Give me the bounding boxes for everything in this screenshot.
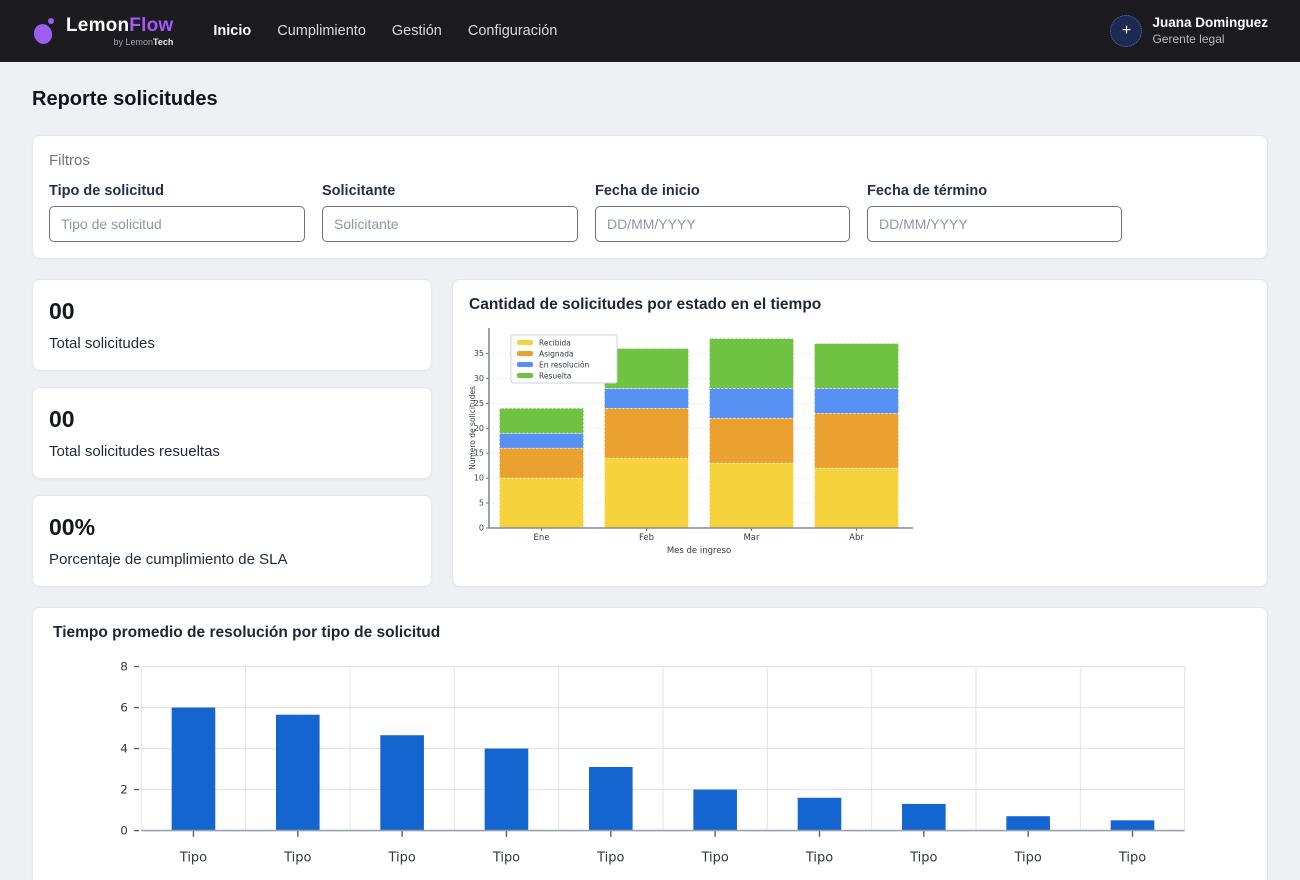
- svg-text:10: 10: [474, 474, 484, 483]
- top-nav-bar: LemonFlow by LemonTech Inicio Cumplimien…: [0, 0, 1300, 62]
- mid-row: 00 Total solicitudes 00 Total solicitude…: [32, 279, 1268, 587]
- field-fecha-termino: Fecha de término: [867, 183, 1122, 242]
- stat-card-total-resueltas: 00 Total solicitudes resueltas: [32, 387, 432, 479]
- svg-text:2: 2: [120, 783, 128, 797]
- svg-text:Recibida: Recibida: [539, 339, 571, 348]
- stat-label: Total solicitudes: [49, 335, 415, 352]
- nav-configuracion[interactable]: Configuración: [468, 23, 557, 39]
- brand-logo[interactable]: LemonFlow by LemonTech: [32, 16, 173, 47]
- svg-text:Tipo: Tipo: [179, 851, 207, 866]
- svg-text:30: 30: [474, 374, 484, 383]
- svg-text:5: 5: [479, 499, 484, 508]
- svg-text:Tipo: Tipo: [492, 851, 520, 866]
- fecha-inicio-input[interactable]: [595, 206, 850, 242]
- user-role: Gerente legal: [1152, 32, 1268, 47]
- status-chart-title: Cantidad de solicitudes por estado en el…: [469, 296, 1251, 314]
- status-chart-card: Cantidad de solicitudes por estado en el…: [452, 279, 1268, 587]
- svg-text:Tipo: Tipo: [909, 851, 937, 866]
- stat-value: 00: [49, 406, 415, 433]
- avg-resolution-chart-title: Tiempo promedio de resolución por tipo d…: [53, 624, 1247, 642]
- svg-text:0: 0: [120, 824, 128, 838]
- user-name: Juana Dominguez: [1152, 15, 1268, 32]
- stat-value: 00%: [49, 514, 415, 541]
- svg-text:Asignada: Asignada: [539, 350, 574, 359]
- nav-cumplimiento[interactable]: Cumplimiento: [277, 23, 366, 39]
- svg-text:Feb: Feb: [639, 533, 654, 543]
- fecha-inicio-label: Fecha de inicio: [595, 183, 850, 199]
- svg-text:6: 6: [120, 701, 128, 715]
- svg-text:Tipo: Tipo: [805, 851, 833, 866]
- stats-column: 00 Total solicitudes 00 Total solicitude…: [32, 279, 432, 587]
- avatar[interactable]: +: [1110, 15, 1142, 47]
- svg-text:Tipo: Tipo: [1118, 851, 1146, 866]
- stat-card-total-solicitudes: 00 Total solicitudes: [32, 279, 432, 371]
- svg-text:Resuelta: Resuelta: [539, 372, 571, 381]
- nav-inicio[interactable]: Inicio: [213, 23, 251, 39]
- field-tipo-solicitud: Tipo de solicitud: [49, 183, 305, 242]
- main-nav: Inicio Cumplimiento Gestión Configuració…: [213, 23, 557, 39]
- svg-text:Tipo: Tipo: [1014, 851, 1042, 866]
- stat-card-sla: 00% Porcentaje de cumplimiento de SLA: [32, 495, 432, 587]
- svg-text:Tipo: Tipo: [596, 851, 624, 866]
- svg-text:En resolución: En resolución: [539, 361, 590, 370]
- status-stacked-bar-chart: 05101520253035EneFebMarAbrMes de ingreso…: [469, 320, 939, 560]
- svg-text:Mes de ingreso: Mes de ingreso: [667, 546, 731, 556]
- user-menu[interactable]: + Juana Dominguez Gerente legal: [1110, 15, 1268, 47]
- report-page: Reporte solicitudes Filtros Tipo de soli…: [0, 62, 1300, 880]
- brand-text: LemonFlow by LemonTech: [66, 16, 173, 47]
- solicitante-input[interactable]: [322, 206, 578, 242]
- page-title: Reporte solicitudes: [32, 88, 1268, 111]
- field-solicitante: Solicitante: [322, 183, 578, 242]
- svg-text:Número de solicitudes: Número de solicitudes: [469, 386, 477, 470]
- tipo-solicitud-label: Tipo de solicitud: [49, 183, 305, 199]
- field-fecha-inicio: Fecha de inicio: [595, 183, 850, 242]
- brand-name: LemonFlow: [66, 16, 173, 35]
- svg-text:4: 4: [120, 742, 128, 756]
- avg-resolution-bar-chart: 0 2 4 6 8 Tipo Tipo Tipo Tipo Tipo Tipo Tipo Tipo Tip…: [53, 652, 1247, 880]
- lemon-icon: [32, 16, 58, 46]
- filters-title: Filtros: [49, 152, 1251, 169]
- svg-text:Tipo: Tipo: [700, 851, 728, 866]
- filters-row: Tipo de solicitud Solicitante Fecha de i…: [49, 183, 1251, 242]
- nav-gestion[interactable]: Gestión: [392, 23, 442, 39]
- user-info: Juana Dominguez Gerente legal: [1152, 15, 1268, 47]
- svg-text:8: 8: [120, 660, 128, 674]
- svg-text:Tipo: Tipo: [387, 851, 415, 866]
- svg-text:Ene: Ene: [534, 533, 550, 543]
- solicitante-label: Solicitante: [322, 183, 578, 199]
- stat-value: 00: [49, 298, 415, 325]
- svg-text:35: 35: [474, 349, 484, 358]
- fecha-termino-label: Fecha de término: [867, 183, 1122, 199]
- stat-label: Total solicitudes resueltas: [49, 443, 415, 460]
- fecha-termino-input[interactable]: [867, 206, 1122, 242]
- svg-text:Mar: Mar: [743, 533, 760, 543]
- svg-text:Tipo: Tipo: [283, 851, 311, 866]
- svg-text:Abr: Abr: [849, 533, 864, 543]
- filters-card: Filtros Tipo de solicitud Solicitante Fe…: [32, 135, 1268, 259]
- avg-resolution-chart-card: Tiempo promedio de resolución por tipo d…: [32, 607, 1268, 880]
- brand-byline: by LemonTech: [66, 38, 173, 47]
- svg-text:0: 0: [479, 524, 484, 533]
- stat-label: Porcentaje de cumplimiento de SLA: [49, 551, 415, 568]
- tipo-solicitud-input[interactable]: [49, 206, 305, 242]
